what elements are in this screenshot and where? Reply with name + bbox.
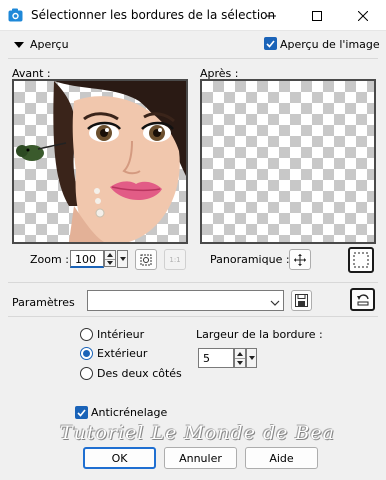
reset-defaults-button[interactable] <box>350 288 375 311</box>
divider <box>8 58 378 59</box>
border-width-input[interactable]: 5 <box>198 348 234 368</box>
pan-label: Panoramique : <box>210 253 290 266</box>
close-icon <box>358 10 368 21</box>
woman-portrait-image <box>16 81 186 242</box>
zoom-dropdown[interactable] <box>117 250 128 268</box>
zoom-to-fit-button[interactable] <box>135 249 157 270</box>
spin-up-icon[interactable] <box>235 349 245 358</box>
antialias-label: Anticrénelage <box>91 406 168 419</box>
help-button[interactable]: Aide <box>245 447 318 469</box>
exterior-radio[interactable] <box>80 347 93 360</box>
spin-up-icon[interactable] <box>105 251 115 259</box>
before-preview[interactable] <box>12 79 188 244</box>
both-sides-radio[interactable] <box>80 367 93 380</box>
selection-marquee-icon <box>353 252 369 268</box>
watermark-text: Tutoriel Le Monde de Bea <box>60 422 335 444</box>
pan-button[interactable] <box>289 249 311 270</box>
divider <box>8 282 378 283</box>
selection-display-button[interactable] <box>348 247 374 273</box>
interior-label: Intérieur <box>97 328 145 341</box>
chevron-down-icon <box>270 300 280 306</box>
save-preset-button[interactable] <box>291 290 312 311</box>
ok-button[interactable]: OK <box>83 447 156 469</box>
antialias-checkbox[interactable] <box>75 406 88 419</box>
chevron-down-icon <box>248 356 255 360</box>
zoom-input[interactable]: 100 <box>70 250 104 268</box>
border-width-spinner[interactable] <box>234 348 246 368</box>
preview-section-label: Aperçu <box>30 38 69 51</box>
maximize-icon <box>312 10 322 21</box>
maximize-button[interactable] <box>294 0 340 31</box>
exterior-label: Extérieur <box>97 347 148 360</box>
after-preview[interactable] <box>200 79 376 244</box>
window-title: Sélectionner les bordures de la sélectio… <box>31 8 276 22</box>
border-width-dropdown[interactable] <box>246 348 257 368</box>
camera-icon <box>8 8 23 22</box>
spin-down-icon[interactable] <box>235 358 245 367</box>
move-icon <box>294 253 306 266</box>
zoom-1-to-1-button[interactable]: 1:1 <box>164 249 186 270</box>
save-disk-icon <box>295 294 308 307</box>
preset-dropdown-arrow[interactable] <box>270 296 280 309</box>
minimize-button[interactable] <box>248 0 294 31</box>
preview-image-label: Aperçu de l'image <box>280 38 380 51</box>
preview-image-checkbox[interactable] <box>264 37 277 50</box>
divider <box>8 316 378 317</box>
zoom-spinner[interactable] <box>104 250 116 267</box>
zoom-label: Zoom : <box>30 253 69 266</box>
fit-icon <box>140 254 152 265</box>
interior-radio[interactable] <box>80 328 93 341</box>
border-width-label: Largeur de la bordure : <box>196 328 323 341</box>
spin-down-icon[interactable] <box>105 258 115 267</box>
chevron-down-icon <box>119 257 126 261</box>
both-sides-label: Des deux côtés <box>97 367 182 380</box>
preset-select[interactable] <box>87 290 284 311</box>
collapse-arrow-icon[interactable] <box>14 42 24 48</box>
close-button[interactable] <box>340 0 386 31</box>
parameters-label: Paramètres <box>12 296 75 309</box>
minimize-icon <box>266 15 276 16</box>
reset-arrow-icon <box>356 294 369 306</box>
cancel-button[interactable]: Annuler <box>164 447 237 469</box>
